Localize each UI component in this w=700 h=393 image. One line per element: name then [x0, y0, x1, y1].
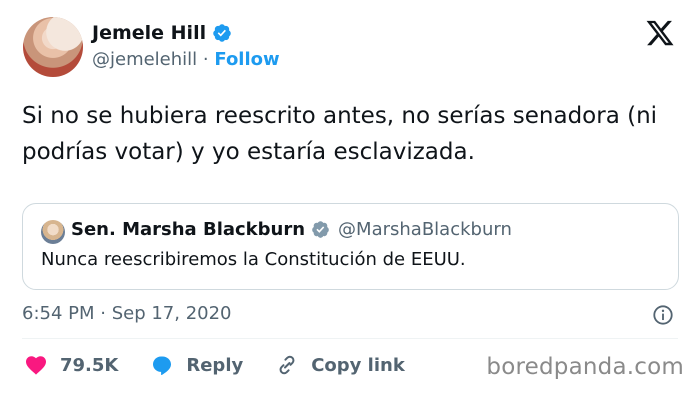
- quoted-avatar[interactable]: [41, 220, 65, 244]
- like-button[interactable]: 79.5K: [24, 353, 118, 377]
- heart-icon: [26, 356, 46, 375]
- x-logo-icon[interactable]: [643, 18, 677, 48]
- author-avatar[interactable]: [23, 17, 83, 77]
- author-handle-line: @jemelehill · Follow: [92, 49, 280, 70]
- author-handle[interactable]: @jemelehill: [92, 49, 197, 70]
- copy-link-label: Copy link: [311, 354, 405, 376]
- author-name[interactable]: Jemele Hill: [92, 22, 206, 44]
- reply-bubble-icon: [153, 356, 172, 376]
- tweet-timestamp[interactable]: 6:54 PM · Sep 17, 2020: [22, 303, 232, 324]
- like-count: 79.5K: [60, 354, 119, 376]
- tweet-text: Si no se hubiera reescrito antes, no ser…: [22, 103, 658, 165]
- copy-link-button[interactable]: Copy link: [275, 353, 405, 377]
- reply-label: Reply: [186, 354, 244, 376]
- link-icon: [279, 355, 295, 375]
- quoted-tweet[interactable]: Sen. Marsha Blackburn @MarshaBlackburn N…: [22, 203, 679, 290]
- reply-button[interactable]: Reply: [150, 353, 243, 377]
- verified-badge-icon: [213, 24, 231, 42]
- quoted-text: Nunca reescribiremos la Constitución de …: [41, 249, 466, 270]
- action-bar: 79.5K Reply Copy link: [24, 353, 437, 377]
- follow-button[interactable]: Follow: [214, 49, 279, 70]
- watermark: boredpanda.com: [486, 354, 684, 380]
- divider: [22, 338, 678, 339]
- quoted-author-row: Sen. Marsha Blackburn @MarshaBlackburn: [71, 219, 512, 240]
- quoted-author-handle: @MarshaBlackburn: [338, 219, 512, 240]
- author-name-row[interactable]: Jemele Hill: [92, 22, 232, 44]
- info-icon[interactable]: [652, 304, 674, 326]
- gray-verified-badge-icon: [312, 221, 329, 238]
- dot-separator: ·: [202, 49, 209, 70]
- quoted-author-name: Sen. Marsha Blackburn: [71, 219, 306, 240]
